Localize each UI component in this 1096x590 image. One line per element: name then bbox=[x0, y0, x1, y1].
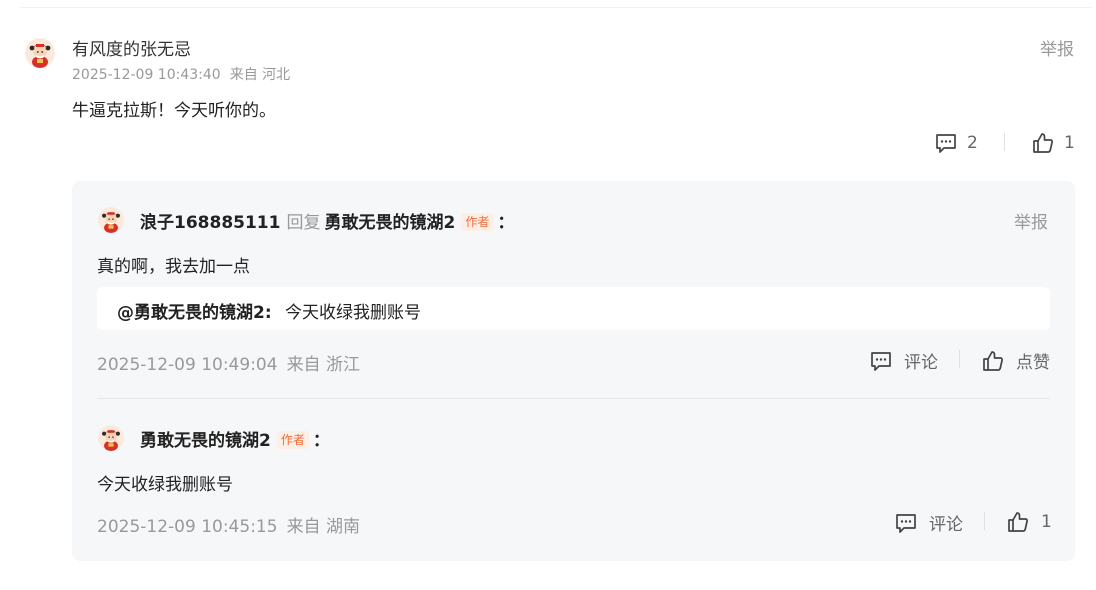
reply-timestamp: 2025-12-09 10:45:15 bbox=[97, 517, 278, 537]
reply-like-button[interactable]: 1 bbox=[1006, 510, 1052, 534]
comment-meta: 2025-12-09 10:43:40 来自 河北 bbox=[72, 64, 290, 84]
reply-colon: ： bbox=[312, 431, 330, 451]
reply-like-label: 点赞 bbox=[1016, 353, 1050, 373]
reply-target-username[interactable]: 勇敢无畏的镜湖2 bbox=[324, 213, 455, 233]
reply-meta: 2025-12-09 10:49:04 来自 浙江 bbox=[97, 350, 360, 375]
thumbs-up-icon bbox=[1006, 510, 1030, 534]
report-button[interactable]: 举报 bbox=[1040, 35, 1074, 60]
reply-timestamp: 2025-12-09 10:49:04 bbox=[97, 355, 278, 375]
reply-comment-label: 评论 bbox=[929, 515, 963, 535]
comment-location: 来自 河北 bbox=[229, 67, 291, 83]
comment-bubble-icon bbox=[894, 511, 918, 535]
action-divider bbox=[959, 350, 960, 368]
thumbs-up-icon bbox=[1031, 131, 1055, 155]
reply-report-button[interactable]: 举报 bbox=[1014, 208, 1048, 233]
quoted-reply[interactable]: @勇敢无畏的镜湖2: 今天收绿我删账号 bbox=[97, 287, 1050, 330]
avatar[interactable] bbox=[25, 38, 55, 68]
top-divider bbox=[20, 7, 1092, 8]
reply-like-button[interactable]: 点赞 bbox=[981, 348, 1050, 373]
comment-timestamp: 2025-12-09 10:43:40 bbox=[72, 67, 221, 83]
reply-word: 回复 bbox=[286, 213, 321, 233]
reply-count: 2 bbox=[967, 133, 978, 153]
comment-text: 牛逼克拉斯！今天听你的。 bbox=[72, 101, 276, 121]
comment-username[interactable]: 有风度的张无忌 bbox=[72, 35, 191, 60]
thumbs-up-icon bbox=[981, 349, 1005, 373]
reply-header: 勇敢无畏的镜湖2 作者： bbox=[140, 426, 330, 451]
author-badge: 作者 bbox=[276, 431, 309, 449]
like-button[interactable]: 1 bbox=[1031, 131, 1075, 155]
author-badge: 作者 bbox=[461, 213, 494, 231]
reply-count-button[interactable]: 2 bbox=[934, 131, 978, 155]
reply-location: 来自 浙江 bbox=[286, 355, 360, 375]
reply-text: 真的啊，我去加一点 bbox=[97, 257, 250, 277]
action-divider bbox=[1004, 133, 1005, 151]
quote-username: @勇敢无畏的镜湖2: bbox=[117, 303, 272, 323]
reply-text: 今天收绿我删账号 bbox=[97, 475, 233, 495]
reply-comment-label: 评论 bbox=[904, 353, 938, 373]
like-count: 1 bbox=[1064, 133, 1075, 153]
reply-avatar[interactable] bbox=[98, 207, 124, 233]
action-divider bbox=[984, 512, 985, 530]
reply-divider bbox=[97, 398, 1050, 399]
reply-meta: 2025-12-09 10:45:15 来自 湖南 bbox=[97, 512, 360, 537]
caishen-avatar-icon bbox=[98, 425, 124, 451]
caishen-avatar-icon bbox=[25, 38, 55, 68]
reply-avatar[interactable] bbox=[98, 425, 124, 451]
comment-bubble-icon bbox=[934, 131, 958, 155]
reply-comment-button[interactable]: 评论 bbox=[894, 510, 963, 535]
reply-like-count: 1 bbox=[1041, 512, 1052, 532]
reply-header: 浪子168885111 回复 勇敢无畏的镜湖2 作者： bbox=[140, 208, 514, 233]
reply-comment-button[interactable]: 评论 bbox=[869, 348, 938, 373]
comment-bubble-icon bbox=[869, 349, 893, 373]
reply-username[interactable]: 勇敢无畏的镜湖2 bbox=[140, 431, 271, 451]
reply-colon: ： bbox=[497, 213, 515, 233]
reply-location: 来自 湖南 bbox=[286, 517, 360, 537]
caishen-avatar-icon bbox=[98, 207, 124, 233]
quote-text: 今天收绿我删账号 bbox=[285, 303, 421, 323]
reply-username[interactable]: 浪子168885111 bbox=[140, 213, 280, 233]
